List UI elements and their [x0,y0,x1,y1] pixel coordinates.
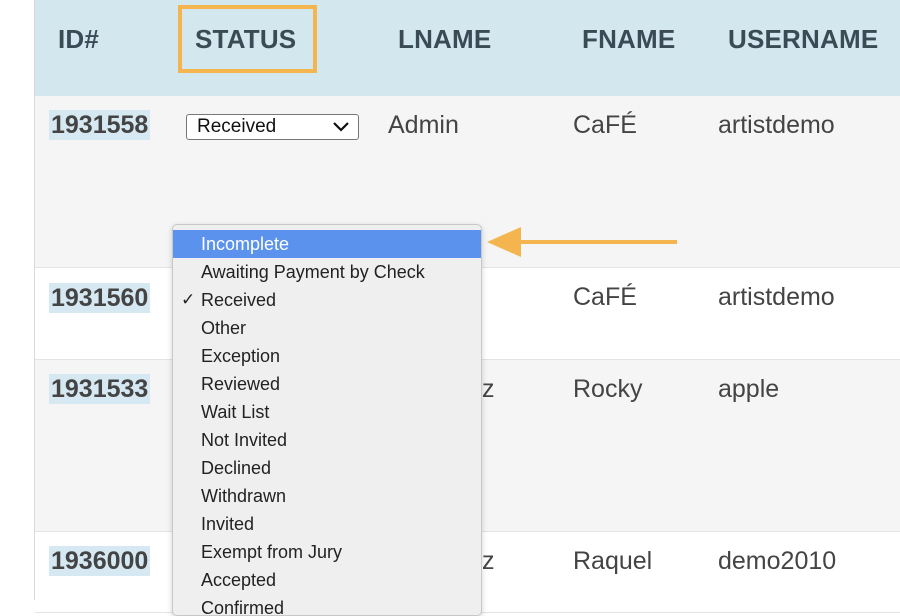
chevron-down-icon [333,122,349,132]
option-label: Withdrawn [201,486,287,506]
option-label: Accepted [201,570,277,590]
option-label: Wait List [201,402,270,422]
status-select-value: Received [197,116,277,137]
row-username: demo2010 [718,547,837,575]
status-option-exception[interactable]: Exception [173,342,481,370]
option-label: Incomplete [201,234,290,254]
status-option-declined[interactable]: Declined [173,454,481,482]
status-option-other[interactable]: Other [173,314,481,342]
option-label: Exempt from Jury [201,542,343,562]
status-option-confirmed[interactable]: Confirmed [173,594,481,616]
option-label: Not Invited [201,430,288,450]
row-username: apple [718,375,780,403]
option-label: Declined [201,458,272,478]
row-lname: z [482,375,495,403]
row-fname: CaFÉ [573,283,637,311]
status-option-not-invited[interactable]: Not Invited [173,426,481,454]
checkmark-icon: ✓ [181,290,196,309]
row-lname: z [482,547,495,575]
row-id[interactable]: 1931533 [49,374,151,404]
status-option-withdrawn[interactable]: Withdrawn [173,482,481,510]
row-id[interactable]: 1931560 [49,283,151,313]
status-option-exempt-from-jury[interactable]: Exempt from Jury [173,538,481,566]
row-username: artistdemo [718,111,835,139]
row-id[interactable]: 1936000 [49,546,151,576]
status-option-reviewed[interactable]: Reviewed [173,370,481,398]
row-id[interactable]: 1931558 [49,110,151,140]
status-option-invited[interactable]: Invited [173,510,481,538]
row-fname: Rocky [573,375,643,403]
row-fname: Raquel [573,547,653,575]
option-label: Invited [201,514,255,534]
status-option-accepted[interactable]: Accepted [173,566,481,594]
option-label: Received [201,290,277,310]
option-label: Awaiting Payment by Check [201,262,425,282]
option-label: Reviewed [201,374,281,394]
status-option-awaiting-payment[interactable]: Awaiting Payment by Check [173,258,481,286]
option-label: Confirmed [201,598,285,616]
option-label: Exception [201,346,281,366]
row-username: artistdemo [718,283,835,311]
left-gutter [0,0,35,600]
status-option-wait-list[interactable]: Wait List [173,398,481,426]
row-lname: Admin [388,111,459,139]
column-header-lname[interactable]: LNAME [398,24,491,55]
column-header-id[interactable]: ID# [58,24,99,55]
annotation-arrow-icon [487,227,677,257]
table-header: ID# STATUS LNAME FNAME USERNAME [35,0,900,96]
column-header-username[interactable]: USERNAME [728,24,878,55]
status-option-received[interactable]: ✓ Received [173,286,481,314]
column-header-fname[interactable]: FNAME [582,24,675,55]
row-fname: CaFÉ [573,111,637,139]
status-column-highlight [178,5,317,73]
status-dropdown-list: Incomplete Awaiting Payment by Check ✓ Re… [172,224,482,616]
status-select[interactable]: Received [186,114,359,140]
option-label: Other [201,318,247,338]
status-option-incomplete[interactable]: Incomplete [173,230,481,258]
